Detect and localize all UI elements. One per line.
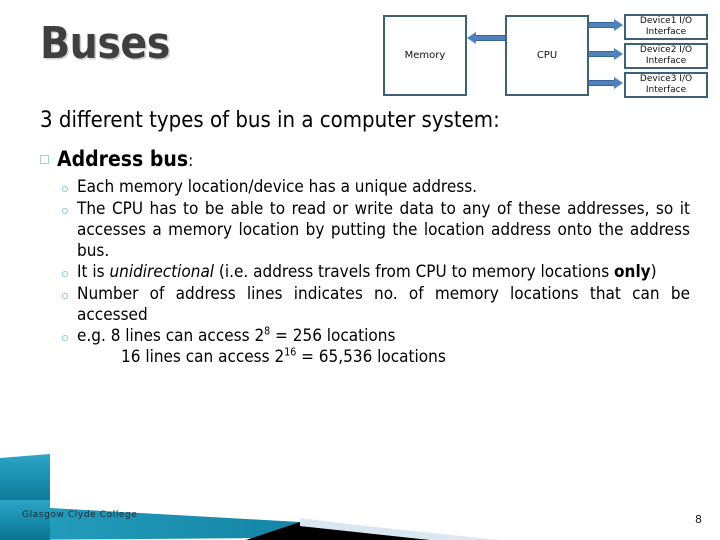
list-item: The CPU has to be able to read or write … (62, 199, 690, 261)
bullet-cpu-read-write: The CPU has to be able to read or write … (77, 199, 690, 261)
lead-line: 3 different types of bus in a computer s… (40, 108, 500, 133)
list-item: It is unidirectional (i.e. address trave… (62, 262, 690, 283)
footer-banner-graphic (0, 454, 500, 540)
bus-architecture-diagram: Memory CPU Device1 I/O Interface Device2… (378, 8, 714, 106)
cpu-to-device1-arrowhead-icon (614, 19, 623, 31)
bullet-examples: e.g. 8 lines can access 28 = 256 locatio… (77, 326, 690, 367)
list-item: e.g. 8 lines can access 28 = 256 locatio… (62, 326, 690, 367)
device2-label: Device2 I/O Interface (639, 45, 693, 66)
list-item: Number of address lines indicates no. of… (62, 284, 690, 325)
cpu-to-device1-arrow-shaft (589, 22, 615, 28)
cpu-to-memory-arrow-shaft (476, 35, 505, 41)
circle-bullet-icon (62, 186, 68, 193)
device3-io-interface-box: Device3 I/O Interface (624, 72, 708, 98)
cpu-box: CPU (505, 15, 589, 96)
unidirectional-emphasis: unidirectional (109, 262, 215, 283)
page-title: Buses (40, 18, 170, 69)
square-bullet-icon (40, 155, 49, 165)
example-16-lines: 16 lines can access 216 = 65,536 locatio… (121, 346, 446, 368)
slide-body: 3 different types of bus in a computer s… (40, 108, 690, 369)
circle-bullet-icon (62, 208, 68, 215)
device3-label: Device3 I/O Interface (639, 74, 693, 95)
footer-institution-label: Glasgow Clyde College (22, 510, 138, 520)
heading-colon: : (188, 151, 194, 172)
cpu-to-device2-arrowhead-icon (614, 48, 623, 60)
device1-label: Device1 I/O Interface (639, 16, 693, 37)
address-bus-heading-text: Address bus: (57, 147, 194, 172)
cpu-label: CPU (536, 49, 558, 61)
bullet-unidirectional: It is unidirectional (i.e. address trave… (77, 262, 657, 283)
cpu-to-device3-arrowhead-icon (614, 77, 623, 89)
only-emphasis: only (614, 262, 651, 283)
device1-io-interface-box: Device1 I/O Interface (624, 14, 708, 40)
address-bus-detail-list: Each memory location/device has a unique… (62, 177, 690, 368)
slide: Buses Memory CPU Device1 I/O Interface D… (0, 0, 720, 540)
memory-label: Memory (404, 49, 446, 61)
circle-bullet-icon (62, 292, 68, 299)
address-bus-heading: Address bus: (40, 147, 690, 171)
exponent-16: 16 (284, 346, 297, 359)
footer-banner: Glasgow Clyde College (0, 440, 720, 540)
bullet-unique-address: Each memory location/device has a unique… (77, 177, 478, 198)
page-number: 8 (695, 513, 702, 526)
circle-bullet-icon (62, 271, 68, 278)
device2-io-interface-box: Device2 I/O Interface (624, 43, 708, 69)
cpu-to-memory-arrowhead-icon (467, 32, 476, 44)
cpu-to-device3-arrow-shaft (589, 80, 615, 86)
memory-box: Memory (383, 15, 467, 96)
bullet-address-lines: Number of address lines indicates no. of… (77, 283, 690, 325)
list-item: Each memory location/device has a unique… (62, 177, 690, 198)
example-8-lines: e.g. 8 lines can access 28 = 256 locatio… (77, 325, 396, 347)
circle-bullet-icon (62, 335, 68, 342)
cpu-to-device2-arrow-shaft (589, 51, 615, 57)
